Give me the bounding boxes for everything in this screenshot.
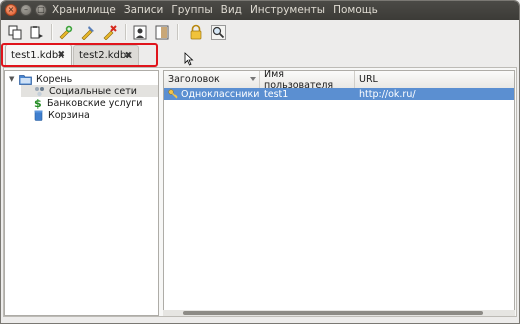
paste-icon[interactable] [27,23,45,41]
menu-storage[interactable]: Хранилище [52,4,116,16]
menu-groups[interactable]: Группы [171,4,212,16]
copy-username-icon[interactable] [131,23,149,41]
social-network-icon [34,86,45,97]
menu-items: Хранилище Записи Группы Вид Инструменты … [52,4,378,16]
column-header-title[interactable]: Заголовок [164,71,260,88]
minimize-window-button[interactable]: – [20,4,32,16]
horizontal-scrollbar[interactable] [163,310,515,316]
delete-entry-icon[interactable] [101,23,119,41]
tree-node-banking[interactable]: $ Банковские услуги [34,96,143,110]
menu-entries[interactable]: Записи [124,4,163,16]
entry-list-header: Заголовок Имя пользователя URL [164,69,514,91]
tree-node-label: Корзина [48,109,90,121]
menu-tools[interactable]: Инструменты [250,4,325,16]
toolbar-separator [51,24,53,40]
sort-arrow-icon [250,77,256,81]
menu-help[interactable]: Помощь [333,4,378,16]
close-window-button[interactable]: × [5,4,17,16]
tree-node-root[interactable]: ▼ Корень [9,73,72,85]
toolbar-separator [177,24,179,40]
tree-node-label: Социальные сети [49,85,137,97]
folder-icon [19,74,32,85]
toolbar-separator [125,24,127,40]
group-tree[interactable]: ▼ Корень Социальные сети $ Банковские ус… [4,70,159,316]
expand-arrow-icon[interactable]: ▼ [9,75,19,83]
cell-url: http://ok.ru/ [359,88,416,100]
copy-password-icon[interactable] [153,23,171,41]
scrollbar-thumb[interactable] [183,311,483,315]
edit-entry-icon[interactable] [79,23,97,41]
lock-icon[interactable] [187,23,205,41]
copy-icon[interactable] [6,23,24,41]
cell-title: Одноклассники [164,88,260,100]
cell-username: test1 [264,88,289,100]
mouse-pointer-icon [184,52,194,69]
tree-node-label: Корень [36,73,73,85]
add-entry-icon[interactable] [57,23,75,41]
trash-icon [34,110,43,121]
tab-highlight-box [1,43,158,67]
key-icon [168,89,178,99]
maximize-window-button[interactable]: □ [35,4,47,16]
column-header-url[interactable]: URL [355,71,514,88]
column-header-username[interactable]: Имя пользователя [260,69,355,91]
menu-view[interactable]: Вид [221,4,242,16]
entry-list[interactable]: Заголовок Имя пользователя URL Однокласс… [163,69,515,316]
window-controls: × – □ [5,4,47,16]
search-icon[interactable] [209,23,227,41]
table-row[interactable]: Одноклассники test1 http://ok.ru/ [164,88,514,100]
dollar-icon: $ [34,96,42,110]
menu-bar: × – □ Хранилище Записи Группы Вид Инстру… [1,1,519,20]
tree-node-social-networks[interactable]: Социальные сети [21,85,158,97]
tree-node-recycle-bin[interactable]: Корзина [34,109,90,121]
tree-node-label: Банковские услуги [47,97,143,109]
toolbar [1,20,519,44]
